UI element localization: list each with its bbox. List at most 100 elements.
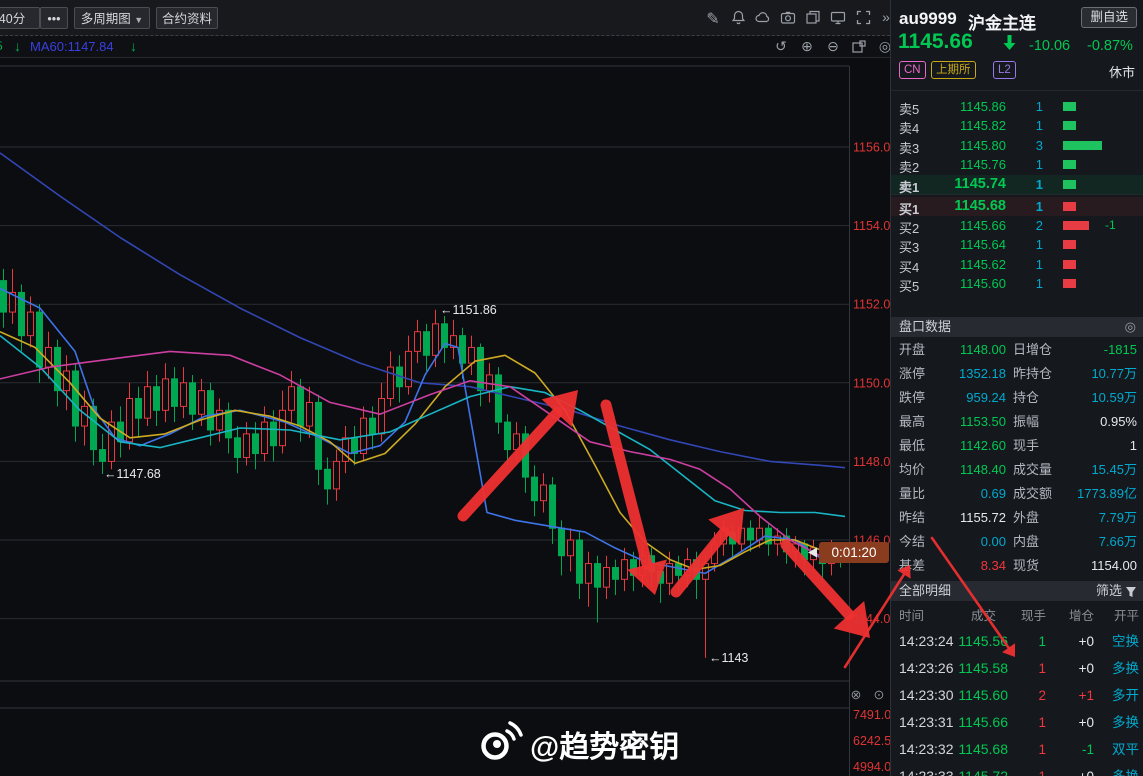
svg-text:0:01:20: 0:01:20 — [831, 545, 876, 560]
bid-row-买2[interactable]: 买2 1145.66 2 -1 — [891, 216, 1143, 236]
ask-row-卖2[interactable]: 卖2 1145.76 1 — [891, 155, 1143, 175]
remove-watchlist-button[interactable]: 删自选 — [1081, 7, 1137, 28]
svg-text:1154.00: 1154.00 — [853, 219, 890, 233]
trade-price: 1145.66 — [958, 714, 1008, 730]
trade-detail-header[interactable]: 全部明细 筛选 — [891, 581, 1143, 601]
trade-delta: +1 — [1078, 688, 1094, 703]
md-value: 0.69 — [980, 486, 1006, 501]
trade-delta: +0 — [1049, 763, 1094, 776]
level-price: 1145.66 — [959, 218, 1006, 233]
md-value: 7.66万 — [1098, 534, 1137, 549]
price-change: -10.06 — [1029, 38, 1071, 54]
trade-price: 1145.68 — [958, 741, 1008, 757]
market-data-row: 最低 1142.60 现手 1 — [891, 434, 1143, 458]
chevron-down-icon: ▼ — [134, 15, 144, 25]
trade-volume: 1 — [1038, 634, 1046, 649]
md-value: 1153.50 — [959, 414, 1006, 429]
depth-bar — [1063, 140, 1102, 150]
depth-bar — [1063, 179, 1076, 189]
market-data-row: 开盘 1148.00 日增仓 -1815 — [891, 338, 1143, 362]
bid-row-买5[interactable]: 买5 1145.60 1 — [891, 274, 1143, 294]
alert-bell-icon[interactable] — [729, 9, 747, 27]
market-data-row: 均价 1148.40 成交量 15.45万 — [891, 458, 1143, 482]
level-price: 1145.64 — [959, 237, 1006, 253]
book-divider — [891, 194, 1143, 195]
level-qty: 1 — [1035, 237, 1043, 253]
screenshot-camera-icon[interactable] — [779, 9, 797, 27]
depth-bar — [1063, 201, 1076, 211]
level-qty: 1 — [1035, 276, 1043, 292]
md-value: 1148.00 — [959, 342, 1006, 357]
pane-window-icon[interactable] — [850, 38, 868, 56]
level-qty: 1 — [1035, 157, 1043, 173]
close-pane-icon[interactable]: ⊗ — [851, 687, 862, 702]
trade-price: 1145.58 — [958, 660, 1008, 676]
level-price: 1145.80 — [959, 137, 1006, 153]
candlestick-chart[interactable]: ←1151.86 ←1147.68 ←1143 1156.00 1154.00 1152.… — [0, 58, 898, 776]
trade-row: 14:23:31 1145.66 1 +0 多换 — [891, 709, 1143, 736]
level-price: 1145.68 — [954, 197, 1006, 214]
undo-icon[interactable]: ↺ — [772, 38, 790, 56]
badge-L2: L2 — [993, 61, 1016, 79]
more-periods-button[interactable]: ••• — [40, 7, 68, 29]
ask-row-卖5[interactable]: 卖5 1145.86 1 — [891, 97, 1143, 117]
symbol-code: au9999 — [899, 9, 957, 28]
svg-text:1150.00: 1150.00 — [853, 376, 890, 390]
chart-canvas[interactable]: ←1151.86 ←1147.68 ←1143 1156.00 1154.00 1152.… — [0, 58, 898, 776]
filter-label[interactable]: 筛选 — [1096, 581, 1122, 601]
col-open-close: 开平 — [1113, 609, 1139, 623]
trade-row: 14:23:26 1145.58 1 +0 多换 — [891, 655, 1143, 682]
bid-row-买3[interactable]: 买3 1145.64 1 — [891, 235, 1143, 255]
svg-text:@趋势密钥: @趋势密钥 — [530, 730, 679, 764]
trade-open-close: 多开 — [1112, 688, 1139, 703]
level-qty: 2 — [1035, 218, 1043, 233]
level-price: 1145.60 — [959, 276, 1006, 292]
market-data-header[interactable]: 盘口数据 ◎ — [891, 317, 1143, 337]
draw-pencil-icon[interactable]: ✎ — [704, 9, 722, 28]
zoom-out-icon[interactable]: ⊖ — [824, 38, 842, 56]
last-price: 1145.66 — [898, 30, 973, 53]
cloud-icon[interactable] — [754, 9, 772, 27]
market-data-row: 最高 1153.50 振幅 0.95% — [891, 410, 1143, 434]
gear-icon[interactable]: ◎ — [1125, 317, 1136, 337]
pane-settings-icon[interactable]: ⊙ — [874, 687, 885, 702]
market-data-row: 涨停 1352.18 昨持仓 10.77万 — [891, 362, 1143, 386]
market-data-row: 跌停 959.24 持仓 10.59万 — [891, 386, 1143, 410]
md-value: 1155.72 — [959, 510, 1006, 525]
trade-open-close: 空换 — [1112, 634, 1139, 649]
bid-row-买4[interactable]: 买4 1145.62 1 — [891, 255, 1143, 275]
level-price: 1145.82 — [959, 118, 1006, 134]
trade-delta: +0 — [1078, 634, 1094, 649]
trade-row: 14:23:24 1145.56 1 +0 空换 — [891, 628, 1143, 655]
level-price: 1145.62 — [959, 256, 1006, 272]
bid-row-买1[interactable]: 买1 1145.68 1 — [891, 196, 1143, 217]
fullscreen-icon[interactable] — [854, 9, 872, 27]
compare-overlay-icon[interactable] — [804, 9, 822, 27]
trade-time: 14:23:32 — [899, 741, 954, 757]
period-button[interactable]: 40分 — [0, 7, 40, 29]
ask-row-卖3[interactable]: 卖3 1145.80 3 — [891, 136, 1143, 156]
trade-volume: 1 — [1038, 661, 1046, 676]
price-down-arrow-icon — [1003, 35, 1016, 55]
market-data-row: 基差 8.34 现货 1154.00 — [891, 554, 1143, 578]
ask-row-卖4[interactable]: 卖4 1145.82 1 — [891, 116, 1143, 136]
md-value: 1352.18 — [959, 366, 1006, 381]
multi-period-button[interactable]: 多周期图 ▼ — [74, 7, 150, 29]
trade-volume: 2 — [1038, 688, 1046, 703]
ma60-label: MA60:1147.84 — [30, 39, 114, 54]
multi-monitor-icon[interactable] — [829, 9, 847, 27]
md-value: 1142.60 — [959, 438, 1006, 453]
svg-text:4994.00: 4994.00 — [853, 760, 890, 774]
contract-info-button[interactable]: 合约资料 — [156, 7, 218, 29]
ma-down-arrow-icon-2: ↓ — [130, 38, 137, 54]
ask-row-卖1[interactable]: 卖1 1145.74 1 — [891, 174, 1143, 195]
md-value: 959.24 — [966, 390, 1006, 405]
funnel-filter-icon[interactable] — [1125, 584, 1137, 604]
trade-price: 1145.72 — [958, 768, 1008, 776]
level-qty: 1 — [1035, 256, 1043, 272]
zoom-in-icon[interactable]: ⊕ — [798, 38, 816, 56]
level-qty: 1 — [1035, 118, 1043, 134]
level-price: 1145.76 — [959, 157, 1006, 173]
symbol-name: 沪金主连 — [968, 14, 1036, 33]
level-qty: 3 — [1035, 137, 1043, 153]
